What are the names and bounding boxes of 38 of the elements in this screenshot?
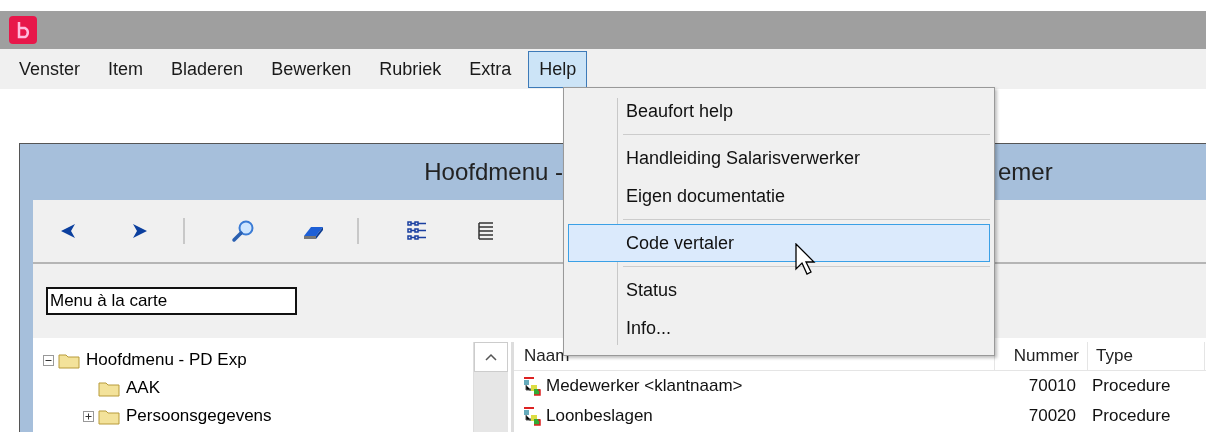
menu-item[interactable]: Bewerken — [260, 50, 363, 88]
expand-icon[interactable] — [83, 410, 94, 422]
menu-item[interactable]: Handleiding Salarisverwerker — [568, 139, 990, 177]
window-title: Hoofdmenu - — [423, 158, 563, 186]
collapse-icon[interactable] — [43, 354, 54, 366]
tree-item[interactable]: Hoofdmenu - PD Exp — [86, 350, 247, 370]
scrollbar[interactable] — [473, 342, 508, 432]
procedure-icon — [522, 376, 544, 396]
table-cell: Loonbeslagen — [546, 406, 653, 426]
table-cell-text: Procedure — [1091, 406, 1172, 426]
menu-item[interactable]: Venster — [8, 50, 92, 88]
menu-item[interactable]: Eigen documentatie — [568, 177, 990, 215]
menu-item[interactable]: Beaufort help — [568, 92, 990, 130]
menu-item[interactable]: Rubriek — [368, 50, 453, 88]
filter-field[interactable]: Menu à la carte — [46, 287, 297, 315]
folder-icon — [58, 351, 80, 369]
menu-item[interactable]: Bladeren — [160, 50, 255, 88]
caret-icon — [485, 353, 497, 361]
table-cell-text: Procedure — [1091, 376, 1172, 396]
tree-item[interactable]: AAK — [126, 378, 161, 398]
tree-item[interactable]: Persoonsgegevens — [126, 406, 272, 426]
column-header[interactable]: Type — [1088, 342, 1205, 370]
table-cell-text: 70020 — [1027, 406, 1077, 426]
app-logo-icon — [9, 16, 37, 44]
menu-item[interactable]: Status — [568, 271, 990, 309]
procedure-icon — [522, 406, 544, 426]
menu-item[interactable]: Help — [528, 50, 588, 88]
tree-view-icon[interactable] — [405, 219, 429, 243]
menu-item[interactable]: Item — [97, 50, 155, 88]
mouse-pointer-icon — [795, 243, 817, 277]
menu-item[interactable]: Code vertaler — [568, 224, 990, 262]
search-icon[interactable] — [231, 219, 255, 243]
table-cell-text: 70010 — [1027, 376, 1077, 396]
table-cell: Medewerker <klantnaam> — [546, 376, 743, 396]
folder-icon — [98, 379, 120, 397]
menu-item[interactable]: Extra — [458, 50, 523, 88]
window-title: emer — [998, 158, 1053, 186]
folder-icon — [98, 407, 120, 425]
